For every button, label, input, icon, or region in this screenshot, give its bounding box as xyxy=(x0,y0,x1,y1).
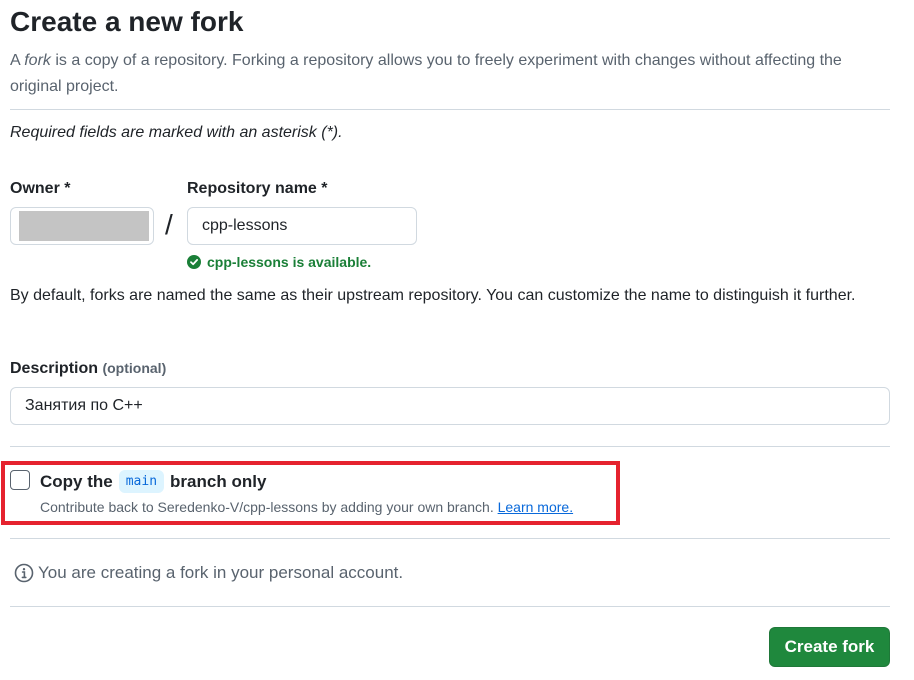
repository-name-input[interactable] xyxy=(187,207,417,245)
create-fork-button[interactable]: Create fork xyxy=(769,627,890,667)
divider xyxy=(10,109,890,110)
check-circle-icon xyxy=(187,255,201,269)
page-lead: A fork is a copy of a repository. Forkin… xyxy=(10,52,842,95)
branch-name-code: main xyxy=(118,470,165,493)
personal-account-notice: You are creating a fork in your personal… xyxy=(14,563,403,583)
availability-text: cpp-lessons is available. xyxy=(207,254,372,270)
learn-more-link[interactable]: Learn more. xyxy=(498,499,573,515)
owner-repo-separator: / xyxy=(165,209,173,240)
owner-label: Owner * xyxy=(10,180,71,197)
fork-term: fork xyxy=(24,52,51,69)
description-input[interactable] xyxy=(10,387,890,425)
owner-select[interactable] xyxy=(10,207,154,245)
divider xyxy=(10,606,890,607)
copy-branch-description: Contribute back to Seredenko-V/cpp-lesso… xyxy=(40,499,574,515)
copy-main-branch-checkbox[interactable] xyxy=(10,470,30,490)
info-icon xyxy=(14,563,34,583)
divider xyxy=(10,446,890,447)
copy-branch-label[interactable]: Copy the main branch only xyxy=(40,470,266,493)
repository-name-label: Repository name * xyxy=(187,180,328,197)
owner-avatar-redacted xyxy=(19,211,149,241)
optional-tag: (optional) xyxy=(102,360,167,376)
notice-text: You are creating a fork in your personal… xyxy=(38,563,404,582)
naming-hint: By default, forks are named the same as … xyxy=(10,287,856,304)
page-title: Create a new fork xyxy=(10,6,244,37)
availability-message: cpp-lessons is available. xyxy=(187,254,371,270)
description-label: Description (optional) xyxy=(10,360,167,377)
divider xyxy=(10,538,890,539)
required-note: Required fields are marked with an aster… xyxy=(10,124,343,141)
